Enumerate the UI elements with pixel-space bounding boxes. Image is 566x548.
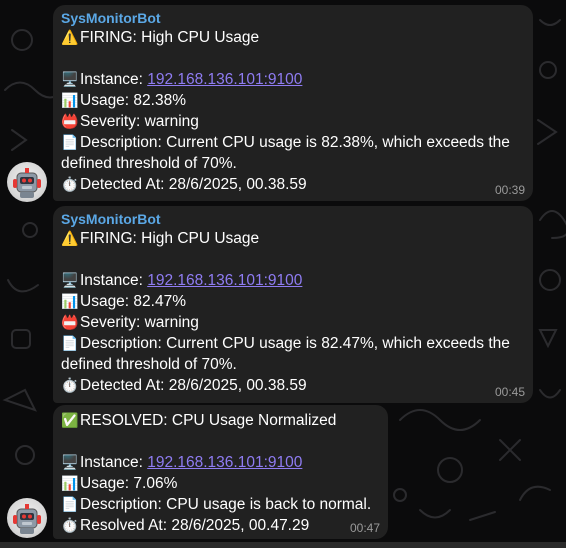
instance-link[interactable]: 192.168.136.101:9100 bbox=[147, 272, 302, 289]
sender-name[interactable]: SysMonitorBot bbox=[61, 10, 525, 27]
usage-line: 📊 Usage: 82.38% bbox=[61, 92, 186, 109]
instance-line: 🖥️ Instance: 192.168.136.101:9100 bbox=[61, 454, 303, 471]
description-line: 📄 Description: CPU usage is back to norma… bbox=[61, 496, 372, 513]
siren-badge-icon: 📛 bbox=[61, 113, 79, 129]
stopwatch-icon: ⏱️ bbox=[61, 517, 79, 533]
message-timestamp: 00:39 bbox=[494, 183, 525, 197]
alert-title: ⚠️ FIRING: High CPU Usage bbox=[61, 230, 260, 247]
document-icon: 📄 bbox=[61, 134, 79, 150]
usage-line: 📊 Usage: 7.06% bbox=[61, 475, 178, 492]
message-bubble-3: ✅ RESOLVED: CPU Usage Normalized 🖥️ Instan… bbox=[53, 405, 388, 539]
warning-icon: ⚠️ bbox=[61, 230, 79, 246]
robot-avatar-icon[interactable] bbox=[7, 162, 47, 202]
usage-line: 📊 Usage: 82.47% bbox=[61, 293, 186, 310]
detected-line: ⏱️ Detected At: 28/6/2025, 00.38.59 bbox=[61, 377, 307, 394]
bar-chart-icon: 📊 bbox=[61, 92, 79, 108]
sender-name[interactable]: SysMonitorBot bbox=[61, 211, 525, 228]
warning-icon: ⚠️ bbox=[61, 29, 79, 45]
document-icon: 📄 bbox=[61, 335, 79, 351]
desktop-computer-icon: 🖥️ bbox=[61, 71, 79, 87]
alert-title: ⚠️ FIRING: High CPU Usage bbox=[61, 29, 260, 46]
stopwatch-icon: ⏱️ bbox=[61, 377, 79, 393]
detected-line: ⏱️ Detected At: 28/6/2025, 00.38.59 bbox=[61, 176, 307, 193]
bar-chart-icon: 📊 bbox=[61, 293, 79, 309]
instance-line: 🖥️ Instance: 192.168.136.101:9100 bbox=[61, 272, 303, 289]
instance-link[interactable]: 192.168.136.101:9100 bbox=[147, 71, 302, 88]
description-line: 📄 Description: Current CPU usage is 82.47… bbox=[61, 335, 510, 373]
instance-line: 🖥️ Instance: 192.168.136.101:9100 bbox=[61, 71, 303, 88]
robot-avatar-icon[interactable] bbox=[7, 498, 47, 538]
composer-edge bbox=[0, 542, 566, 548]
resolved-line: ⏱️ Resolved At: 28/6/2025, 00.47.29 bbox=[61, 517, 310, 534]
check-mark-button-icon: ✅ bbox=[61, 412, 79, 428]
siren-badge-icon: 📛 bbox=[61, 314, 79, 330]
instance-link[interactable]: 192.168.136.101:9100 bbox=[147, 454, 302, 471]
resolved-title: ✅ RESOLVED: CPU Usage Normalized bbox=[61, 412, 337, 429]
message-bubble-1: SysMonitorBot ⚠️ FIRING: High CPU Usage 🖥… bbox=[53, 5, 533, 201]
message-bubble-2: SysMonitorBot ⚠️ FIRING: High CPU Usage 🖥… bbox=[53, 206, 533, 403]
document-icon: 📄 bbox=[61, 496, 79, 512]
desktop-computer-icon: 🖥️ bbox=[61, 272, 79, 288]
stopwatch-icon: ⏱️ bbox=[61, 176, 79, 192]
desktop-computer-icon: 🖥️ bbox=[61, 454, 79, 470]
message-timestamp: 00:45 bbox=[494, 385, 525, 399]
description-line: 📄 Description: Current CPU usage is 82.38… bbox=[61, 134, 510, 172]
severity-line: 📛 Severity: warning bbox=[61, 113, 199, 130]
severity-line: 📛 Severity: warning bbox=[61, 314, 199, 331]
bar-chart-icon: 📊 bbox=[61, 475, 79, 491]
message-timestamp: 00:47 bbox=[349, 521, 380, 535]
